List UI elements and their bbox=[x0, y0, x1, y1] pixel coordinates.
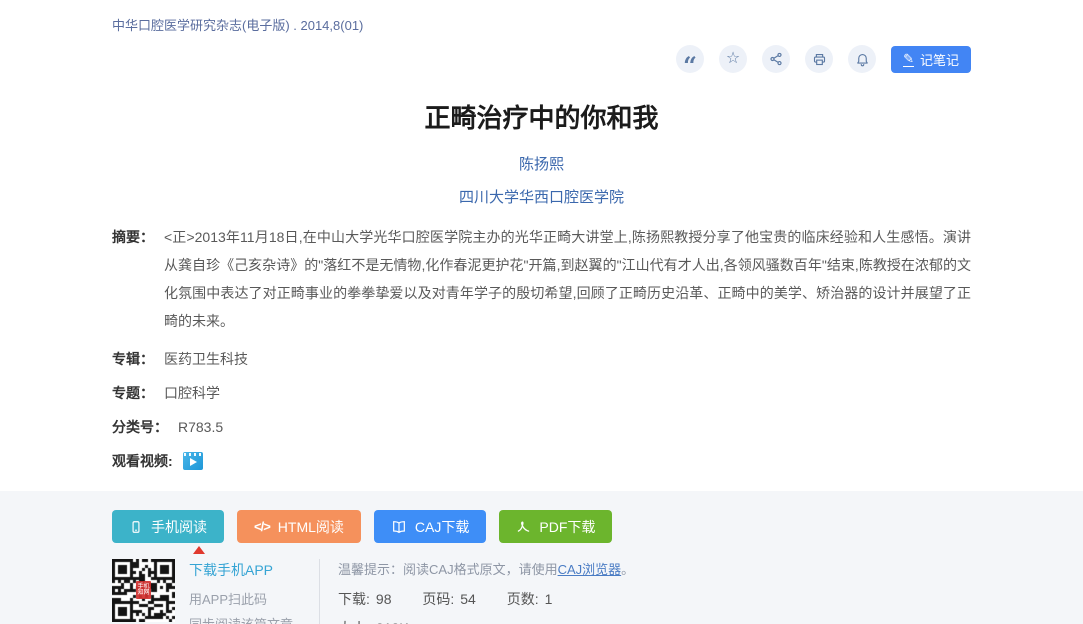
author-link[interactable]: 陈扬熙 bbox=[519, 156, 564, 173]
affiliation-link[interactable]: 四川大学华西口腔医学院 bbox=[459, 189, 624, 206]
star-icon: ☆ bbox=[726, 51, 740, 67]
stats-line: 下载: 98 页码: 54 页数: 1 bbox=[338, 589, 634, 609]
take-notes-button[interactable]: ✎ 记笔记 bbox=[891, 46, 971, 73]
app-hint-line2: 同步阅读该篇文章 bbox=[189, 614, 293, 624]
download-app-link[interactable]: 下载手机APP bbox=[189, 560, 273, 580]
html-read-label: HTML阅读 bbox=[278, 517, 344, 537]
mobile-read-button[interactable]: 手机阅读 bbox=[112, 510, 224, 543]
print-button[interactable] bbox=[805, 45, 833, 73]
caj-download-button[interactable]: CAJ下载 bbox=[374, 510, 486, 543]
caj-viewer-link[interactable]: CAJ浏览器 bbox=[558, 562, 622, 577]
video-play-icon[interactable] bbox=[183, 452, 203, 470]
file-size-value: 213K bbox=[376, 620, 409, 624]
watch-video-row: 观看视频: bbox=[112, 451, 971, 471]
quote-cite-button[interactable]: “ bbox=[676, 45, 704, 73]
author-row: 陈扬熙 bbox=[112, 153, 971, 174]
caj-tip-text: 温馨提示：阅读CAJ格式原文，请使用 bbox=[338, 562, 558, 577]
alert-button[interactable] bbox=[848, 45, 876, 73]
share-icon bbox=[769, 52, 783, 66]
app-and-tips-row: 手机 知网 下载手机APP 用APP扫此码 同步阅读该篇文章 温馨提示：阅读CA… bbox=[112, 559, 971, 624]
pdf-download-label: PDF下载 bbox=[539, 517, 595, 537]
article-page: 中华口腔医学研究杂志(电子版) . 2014,8(01) “ ☆ bbox=[0, 0, 1083, 624]
pencil-icon: ✎ bbox=[903, 52, 914, 67]
journal-source-link[interactable]: 中华口腔医学研究杂志(电子版) . 2014,8(01) bbox=[112, 15, 971, 34]
file-size-stat: 大小: 213K bbox=[338, 618, 634, 624]
topic-label: 专题： bbox=[112, 383, 154, 403]
bell-icon bbox=[855, 52, 870, 67]
book-icon bbox=[391, 519, 407, 535]
qr-code: 手机 知网 bbox=[112, 559, 175, 622]
app-hint-line1: 用APP扫此码 bbox=[189, 589, 293, 608]
metadata-fields: 摘要： <正>2013年11月18日,在中山大学光华口腔医学院主办的光华正畸大讲… bbox=[112, 223, 971, 471]
downloads-label: 下载: bbox=[338, 591, 370, 607]
app-promo-block: 下载手机APP 用APP扫此码 同步阅读该篇文章 bbox=[189, 559, 293, 624]
share-button[interactable] bbox=[762, 45, 790, 73]
abstract-text: <正>2013年11月18日,在中山大学光华口腔医学院主办的光华正畸大讲堂上,陈… bbox=[164, 223, 971, 335]
file-size-label: 大小: bbox=[338, 620, 370, 624]
html-read-button[interactable]: </> HTML阅读 bbox=[237, 510, 361, 543]
series-row: 专辑： 医药卫生科技 bbox=[112, 349, 971, 369]
take-notes-label: 记笔记 bbox=[920, 50, 959, 69]
smartphone-icon bbox=[129, 520, 143, 534]
favorite-button[interactable]: ☆ bbox=[719, 45, 747, 73]
page-count-stat: 页数: 1 bbox=[507, 591, 553, 607]
caj-tip-line: 温馨提示：阅读CAJ格式原文，请使用CAJ浏览器。 bbox=[338, 559, 634, 578]
mobile-read-label: 手机阅读 bbox=[151, 517, 207, 537]
caj-tip-suffix: 。 bbox=[621, 562, 634, 577]
page-number-value: 54 bbox=[460, 591, 476, 607]
topic-row: 专题： 口腔科学 bbox=[112, 383, 971, 403]
page-count-value: 1 bbox=[545, 591, 553, 607]
series-label: 专辑： bbox=[112, 349, 154, 369]
download-footer: 手机阅读 </> HTML阅读 CAJ下载 PDF下载 bbox=[0, 491, 1083, 624]
pdf-acrobat-icon bbox=[516, 519, 531, 534]
abstract-label: 摘要： bbox=[112, 223, 154, 251]
affiliation-row: 四川大学华西口腔医学院 bbox=[112, 186, 971, 207]
tips-block: 温馨提示：阅读CAJ格式原文，请使用CAJ浏览器。 下载: 98 页码: 54 页数… bbox=[319, 559, 634, 624]
classification-value: R783.5 bbox=[178, 417, 223, 437]
classification-label: 分类号： bbox=[112, 417, 168, 437]
printer-icon bbox=[812, 52, 827, 67]
page-count-label: 页数: bbox=[507, 591, 539, 607]
downloads-stat: 下载: 98 bbox=[338, 591, 391, 607]
topic-value: 口腔科学 bbox=[164, 383, 220, 403]
article-toolbar: “ ☆ ✎ 记笔 bbox=[112, 45, 971, 73]
watch-video-label: 观看视频: bbox=[112, 451, 173, 471]
pdf-download-button[interactable]: PDF下载 bbox=[499, 510, 612, 543]
download-buttons: 手机阅读 </> HTML阅读 CAJ下载 PDF下载 bbox=[112, 510, 971, 543]
series-value: 医药卫生科技 bbox=[164, 349, 248, 369]
abstract-row: 摘要： <正>2013年11月18日,在中山大学光华口腔医学院主办的光华正畸大讲… bbox=[112, 223, 971, 335]
classification-row: 分类号： R783.5 bbox=[112, 417, 971, 437]
article-content: 中华口腔医学研究杂志(电子版) . 2014,8(01) “ ☆ bbox=[0, 0, 1083, 491]
caj-download-label: CAJ下载 bbox=[415, 517, 469, 537]
downloads-value: 98 bbox=[376, 591, 392, 607]
qr-seal: 手机 知网 bbox=[136, 581, 151, 599]
page-number-label: 页码: bbox=[422, 591, 454, 607]
article-title: 正畸治疗中的你和我 bbox=[112, 101, 971, 135]
page-number-stat: 页码: 54 bbox=[422, 591, 475, 607]
code-icon: </> bbox=[254, 519, 270, 534]
arrow-up-icon bbox=[193, 546, 205, 554]
